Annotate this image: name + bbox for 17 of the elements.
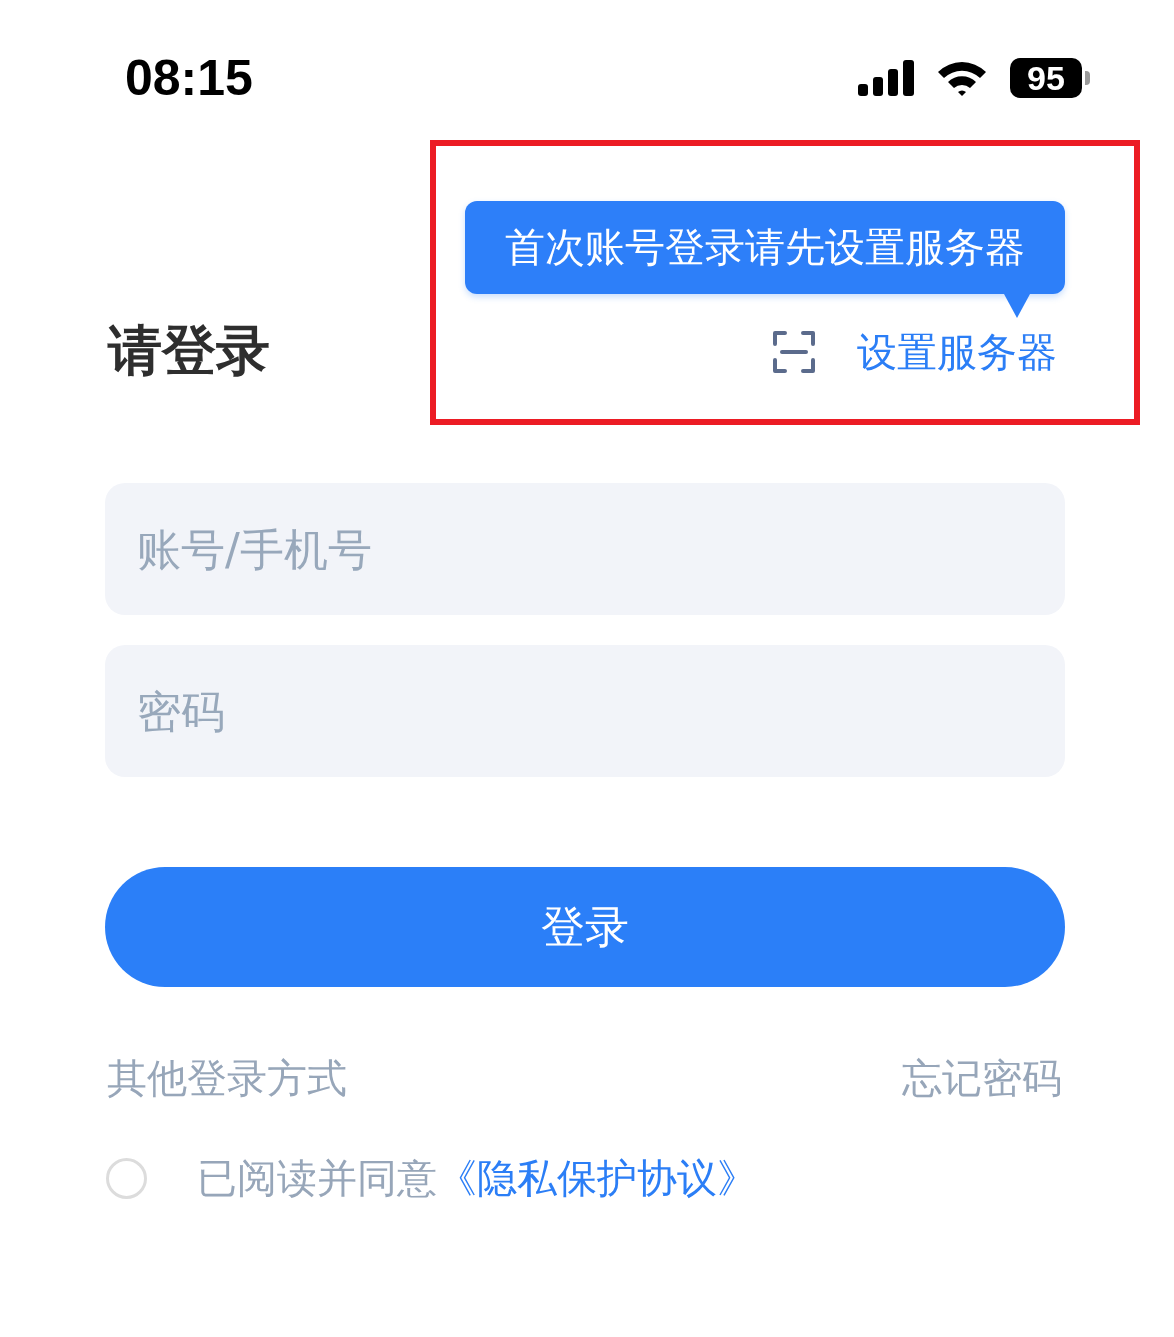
tooltip-bubble: 首次账号登录请先设置服务器 (465, 201, 1065, 294)
battery-indicator: 95 (1010, 58, 1090, 98)
privacy-policy-link[interactable]: 《隐私保护协议》 (437, 1155, 757, 1201)
tooltip-pointer-icon (1004, 294, 1030, 318)
set-server-button[interactable]: 设置服务器 (773, 330, 1057, 374)
agreement-text: 已阅读并同意《隐私保护协议》 (197, 1155, 757, 1201)
other-login-link[interactable]: 其他登录方式 (107, 1055, 347, 1101)
page-title: 请登录 (108, 322, 270, 380)
scan-icon (773, 331, 815, 373)
login-button[interactable]: 登录 (105, 867, 1065, 987)
forgot-password-link[interactable]: 忘记密码 (902, 1055, 1062, 1101)
status-time: 08:15 (125, 52, 253, 104)
input-field[interactable]: 账号/手机号 (105, 483, 1065, 615)
signal-icon (858, 60, 914, 96)
wifi-icon (936, 60, 988, 96)
input-field[interactable]: 密码 (105, 645, 1065, 777)
agreement-radio[interactable] (106, 1157, 147, 1199)
